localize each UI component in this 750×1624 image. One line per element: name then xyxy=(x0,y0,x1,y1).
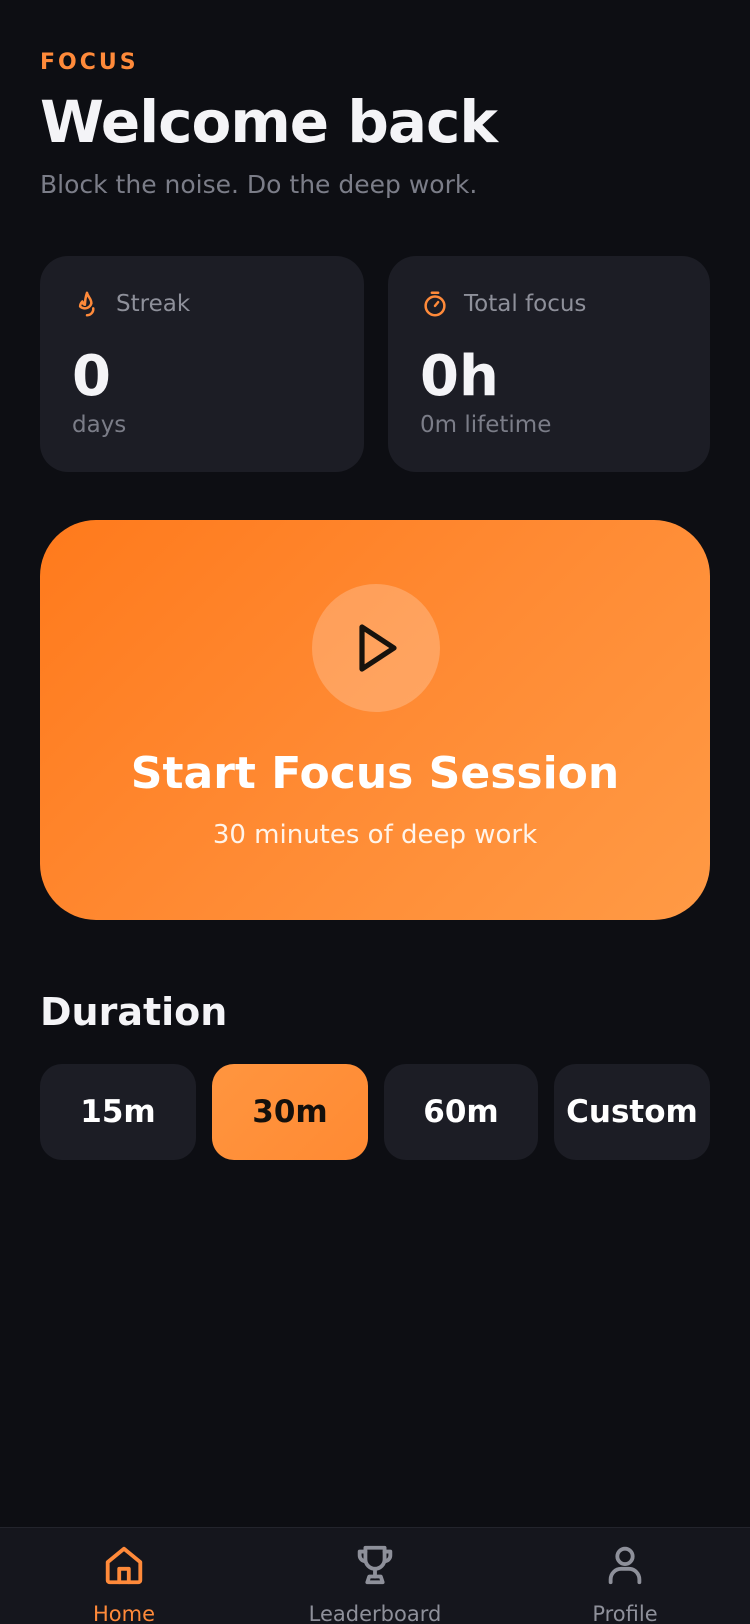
duration-30m-button[interactable]: 30m xyxy=(212,1064,368,1160)
tab-leaderboard-label: Leaderboard xyxy=(308,1602,442,1624)
cta-title: Start Focus Session xyxy=(130,748,620,799)
total-focus-lifetime: 0m lifetime xyxy=(420,412,552,438)
tab-profile[interactable]: Profile xyxy=(535,1542,715,1624)
duration-heading: Duration xyxy=(40,990,228,1034)
streak-unit: days xyxy=(72,412,127,438)
app-eyebrow: FOCUS xyxy=(40,50,139,75)
duration-custom-button[interactable]: Custom xyxy=(554,1064,710,1160)
trophy-icon xyxy=(357,1545,393,1585)
play-icon xyxy=(359,624,397,672)
start-focus-session-button[interactable]: Start Focus Session 30 minutes of deep w… xyxy=(40,520,710,920)
total-focus-value: 0h xyxy=(420,344,499,409)
play-button-circle xyxy=(312,584,440,712)
total-focus-card: Total focus 0h 0m lifetime xyxy=(388,256,710,472)
total-focus-label: Total focus xyxy=(464,291,587,317)
tab-leaderboard[interactable]: Leaderboard xyxy=(285,1542,465,1624)
home-icon xyxy=(105,1546,143,1585)
stopwatch-icon xyxy=(424,291,446,317)
streak-label: Streak xyxy=(116,291,191,317)
streak-value: 0 xyxy=(72,344,111,409)
flame-icon xyxy=(78,291,95,317)
bottom-tab-bar: Home Leaderboard Profile xyxy=(0,1527,750,1624)
duration-options: 15m 30m 60m Custom xyxy=(40,1064,710,1160)
duration-15m-button[interactable]: 15m xyxy=(40,1064,196,1160)
page-subtitle: Block the noise. Do the deep work. xyxy=(40,170,478,199)
duration-60m-button[interactable]: 60m xyxy=(384,1064,538,1160)
streak-card: Streak 0 days xyxy=(40,256,364,472)
profile-icon xyxy=(608,1546,642,1585)
cta-subtitle: 30 minutes of deep work xyxy=(212,820,538,850)
page-title: Welcome back xyxy=(40,88,498,156)
tab-home[interactable]: Home xyxy=(34,1542,214,1624)
tab-profile-label: Profile xyxy=(592,1602,658,1624)
home-screen: FOCUS Welcome back Block the noise. Do t… xyxy=(0,0,750,1624)
tab-home-label: Home xyxy=(92,1602,155,1624)
